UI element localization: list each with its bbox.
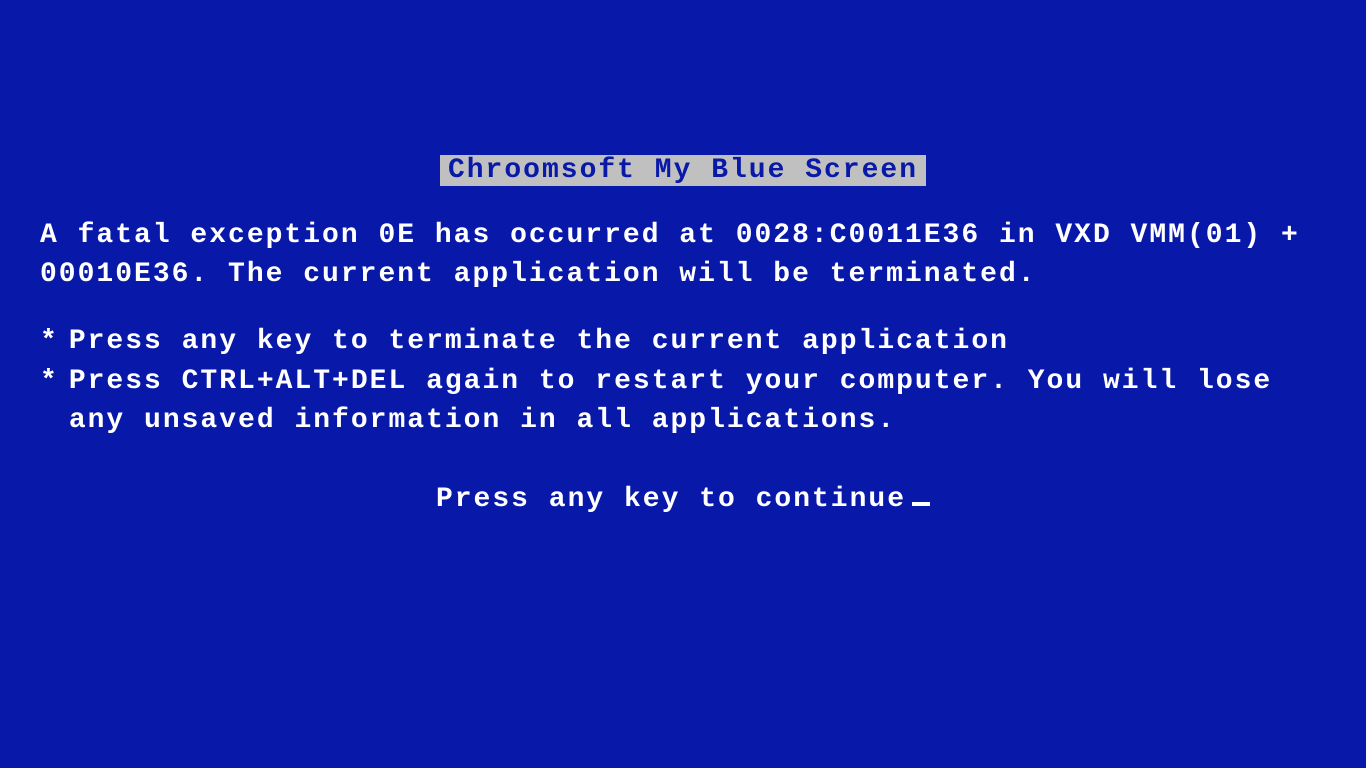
bullet-icon: * [40, 362, 69, 440]
continue-prompt: Press any key to continue [436, 484, 906, 515]
cursor-icon [912, 502, 930, 506]
list-item-text: Press any key to terminate the current a… [69, 322, 1326, 361]
list-item: * Press any key to terminate the current… [40, 322, 1326, 361]
screen-title: Chroomsoft My Blue Screen [440, 155, 926, 186]
list-item: * Press CTRL+ALT+DEL again to restart yo… [40, 362, 1326, 440]
error-paragraph: A fatal exception 0E has occurred at 002… [40, 216, 1326, 294]
instruction-list: * Press any key to terminate the current… [40, 322, 1326, 440]
list-item-text: Press CTRL+ALT+DEL again to restart your… [69, 362, 1326, 440]
bullet-icon: * [40, 322, 69, 361]
